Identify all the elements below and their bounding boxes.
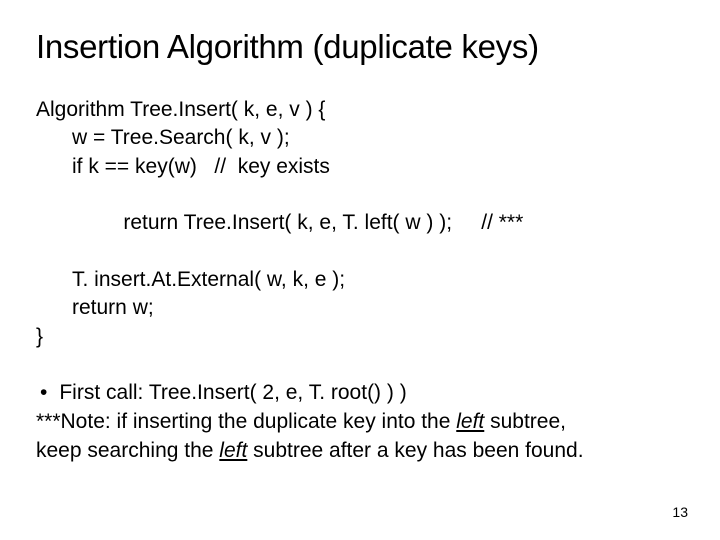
note-text: First call: Tree.Insert( 2, e, T. root()… xyxy=(59,379,406,408)
notes: • First call: Tree.Insert( 2, e, T. root… xyxy=(36,379,684,466)
code-line: Algorithm Tree.Insert( k, e, v ) { xyxy=(36,96,684,124)
code-line: return w; xyxy=(36,294,684,322)
code-line: } xyxy=(36,323,684,351)
emphasis-left: left xyxy=(219,439,247,462)
note-line: ***Note: if inserting the duplicate key … xyxy=(36,408,684,437)
page-number: 13 xyxy=(672,504,688,520)
code-line: if k == key(w) // key exists xyxy=(36,153,684,181)
note-text: keep searching the xyxy=(36,439,219,462)
code-comment: // *** xyxy=(481,211,523,234)
code-line: return Tree.Insert( k, e, T. left( w ) )… xyxy=(36,181,684,266)
slide-title: Insertion Algorithm (duplicate keys) xyxy=(36,28,684,66)
note-text: subtree, xyxy=(484,410,566,433)
note-text: subtree after a key has been found. xyxy=(247,439,583,462)
code-line: T. insert.At.External( w, k, e ); xyxy=(36,266,684,294)
bullet-item: • First call: Tree.Insert( 2, e, T. root… xyxy=(36,379,684,408)
note-line: keep searching the left subtree after a … xyxy=(36,437,684,466)
code-text: return Tree.Insert( k, e, T. left( w ) )… xyxy=(123,211,452,234)
emphasis-left: left xyxy=(456,410,484,433)
note-text: ***Note: if inserting the duplicate key … xyxy=(36,410,456,433)
code-line: w = Tree.Search( k, v ); xyxy=(36,124,684,152)
algorithm-code: Algorithm Tree.Insert( k, e, v ) { w = T… xyxy=(36,96,684,351)
bullet-icon: • xyxy=(36,379,47,408)
